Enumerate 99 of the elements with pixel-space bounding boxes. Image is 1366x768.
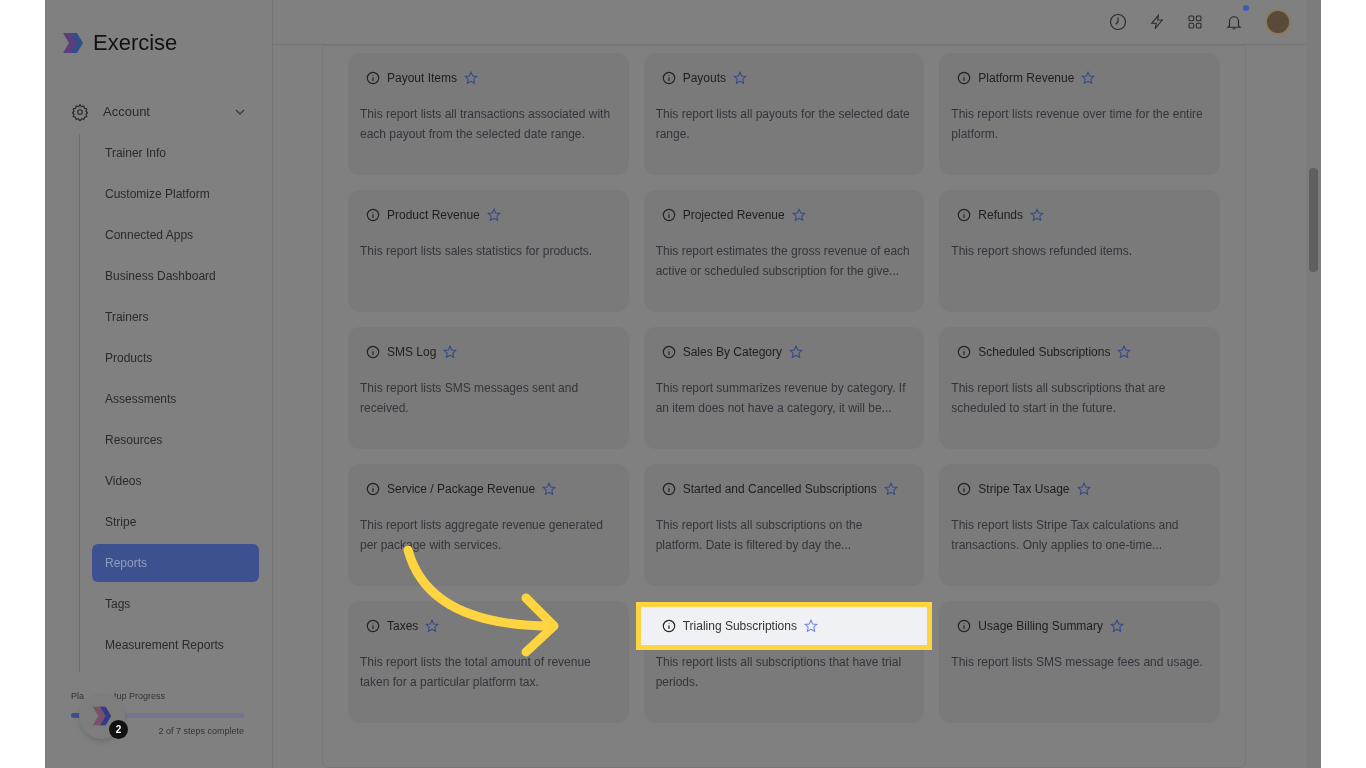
- star-icon[interactable]: [791, 208, 806, 222]
- report-description: This report lists all transactions associated with each payout from the selected date range.: [359, 106, 612, 143]
- sidebar-item[interactable]: Customize Platform: [92, 175, 259, 213]
- report-title[interactable]: Payout Items: [387, 69, 458, 87]
- report-title[interactable]: Platform Revenue: [978, 69, 1075, 87]
- report-card[interactable]: Taxes This report lists the total amount of revenue taken for a particular platform tax.: [348, 601, 629, 723]
- sidebar-item[interactable]: Trainers: [92, 298, 259, 336]
- info-icon: [366, 208, 380, 222]
- report-title[interactable]: Refunds: [978, 206, 1024, 224]
- info-icon: [366, 482, 380, 496]
- report-card[interactable]: Usage Billing Summary This report lists SMS message fees and usage.: [939, 601, 1220, 723]
- info-icon: [661, 208, 676, 222]
- report-description: This report summarizes revenue by category. If an item does not have a category, it will be...: [654, 380, 907, 417]
- info-icon: [957, 345, 972, 359]
- sidebar-item[interactable]: Connected Apps: [92, 216, 259, 254]
- lightning-icon[interactable]: [1149, 13, 1165, 31]
- report-title[interactable]: Trialing Subscriptions: [682, 617, 797, 635]
- sidebar-item[interactable]: Reports: [92, 544, 259, 582]
- star-icon[interactable]: [486, 208, 501, 222]
- report-title[interactable]: Started and Cancelled Subscriptions: [682, 480, 877, 498]
- info-icon: [366, 619, 380, 633]
- grid-icon[interactable]: [1187, 14, 1203, 30]
- report-description: This report lists all subscriptions that have trial periods.: [654, 654, 903, 691]
- star-icon[interactable]: [542, 482, 557, 496]
- report-card[interactable]: Stripe Tax Usage This report lists Stripe Tax calculations and transactions. Only applies to one-time...: [939, 464, 1220, 586]
- star-icon[interactable]: [733, 71, 747, 85]
- info-icon: [957, 619, 972, 633]
- info-icon: [366, 71, 380, 85]
- report-description: This report lists sales statistics for products.: [359, 243, 594, 260]
- report-description: This report lists revenue over time for the entire platform.: [950, 106, 1204, 143]
- sidebar-item[interactable]: Business Dashboard: [92, 257, 259, 295]
- star-icon[interactable]: [883, 482, 898, 496]
- report-title[interactable]: Stripe Tax Usage: [978, 480, 1070, 498]
- report-title[interactable]: Sales By Category: [682, 343, 783, 361]
- star-icon[interactable]: [1110, 619, 1125, 633]
- progress-label: Pla: [71, 690, 84, 703]
- sidebar-item[interactable]: Stripe: [92, 503, 259, 541]
- progress-label: tup Progress: [114, 690, 166, 703]
- report-description: This report lists the total amount of revenue taken for a particular platform tax.: [359, 654, 592, 691]
- star-icon[interactable]: [443, 345, 458, 359]
- logo-icon: [61, 30, 85, 55]
- report-title[interactable]: Usage Billing Summary: [978, 617, 1104, 635]
- star-icon[interactable]: [1117, 345, 1132, 359]
- report-card[interactable]: Payouts This report lists all payouts for the selected date range.: [643, 53, 925, 175]
- star-icon[interactable]: [425, 619, 440, 633]
- report-title[interactable]: Payouts: [682, 69, 726, 87]
- account-section-toggle[interactable]: Account: [71, 99, 245, 125]
- info-icon: [957, 71, 972, 85]
- sidebar-item[interactable]: Videos: [92, 462, 259, 500]
- info-icon: [366, 345, 380, 359]
- report-card[interactable]: Scheduled Subscriptions This report lists all subscriptions that are scheduled to start in the future.: [939, 327, 1220, 449]
- sidebar-item[interactable]: Trainer Info: [92, 134, 259, 172]
- report-description: This report lists all subscriptions on the platform. Date is filtered by day the...: [654, 517, 864, 554]
- report-card[interactable]: Payout Items This report lists all transactions associated with each payout from the selected date range.: [348, 53, 629, 175]
- report-title[interactable]: Scheduled Subscriptions: [978, 343, 1111, 361]
- sidebar-item[interactable]: Assessments: [92, 380, 259, 418]
- sidebar-item[interactable]: Tags: [92, 585, 259, 623]
- star-icon[interactable]: [1081, 71, 1096, 85]
- report-card[interactable]: Refunds This report shows refunded items.: [939, 190, 1220, 312]
- report-title[interactable]: Service / Package Revenue: [387, 480, 536, 498]
- report-card[interactable]: Projected Revenue This report estimates the gross revenue of each active or scheduled subscription for the give...: [643, 190, 925, 312]
- clock-icon[interactable]: [1109, 13, 1127, 31]
- report-card[interactable]: Sales By Category This report summarizes revenue by category. If an item does not have a category, it will be...: [643, 327, 925, 449]
- report-title[interactable]: Product Revenue: [387, 206, 480, 224]
- info-icon: [661, 71, 676, 85]
- report-card[interactable]: SMS Log This report lists SMS messages sent and received.: [348, 327, 629, 449]
- report-description: This report lists SMS message fees and usage.: [950, 654, 1204, 671]
- star-icon[interactable]: [464, 71, 479, 85]
- report-title[interactable]: Projected Revenue: [682, 206, 785, 224]
- settings-icon: [71, 103, 89, 121]
- star-icon[interactable]: [1030, 208, 1045, 222]
- count-badge: 2: [109, 720, 128, 739]
- info-icon: [661, 482, 676, 496]
- report-title[interactable]: Taxes: [387, 617, 419, 635]
- info-icon: [957, 208, 972, 222]
- avatar[interactable]: [1265, 9, 1291, 35]
- info-icon: [661, 619, 676, 633]
- progress-caption: 2 of 7 steps complete: [158, 724, 244, 738]
- info-icon: [957, 482, 972, 496]
- sidebar-item[interactable]: Measurement Reports: [92, 626, 259, 664]
- report-description: This report estimates the gross revenue of each active or scheduled subscription for the give...: [654, 243, 911, 280]
- report-card[interactable]: Platform Revenue This report lists revenue over time for the entire platform.: [939, 53, 1220, 175]
- brand-name: Exercise: [93, 29, 178, 57]
- notification-bell-icon[interactable]: [1225, 13, 1243, 31]
- report-description: This report shows refunded items.: [950, 243, 1134, 260]
- report-card[interactable]: Started and Cancelled Subscriptions This report lists all subscriptions on the platform. Date is filtered by day the...: [643, 464, 925, 586]
- report-description: This report lists SMS messages sent and received.: [359, 380, 580, 417]
- report-title[interactable]: SMS Log: [387, 343, 437, 361]
- report-description: This report lists Stripe Tax calculations and transactions. Only applies to one-time...: [950, 517, 1180, 554]
- report-description: This report lists all payouts for the selected date range.: [654, 106, 911, 143]
- star-icon[interactable]: [803, 619, 818, 633]
- info-icon: [661, 345, 676, 359]
- star-icon[interactable]: [789, 345, 804, 359]
- report-description: This report lists all subscriptions that are scheduled to start in the future.: [950, 380, 1167, 417]
- sidebar-item[interactable]: Resources: [92, 421, 259, 459]
- logo-icon: [91, 704, 113, 728]
- report-card[interactable]: Product Revenue This report lists sales statistics for products.: [348, 190, 629, 312]
- star-icon[interactable]: [1076, 482, 1091, 496]
- sidebar-item[interactable]: Products: [92, 339, 259, 377]
